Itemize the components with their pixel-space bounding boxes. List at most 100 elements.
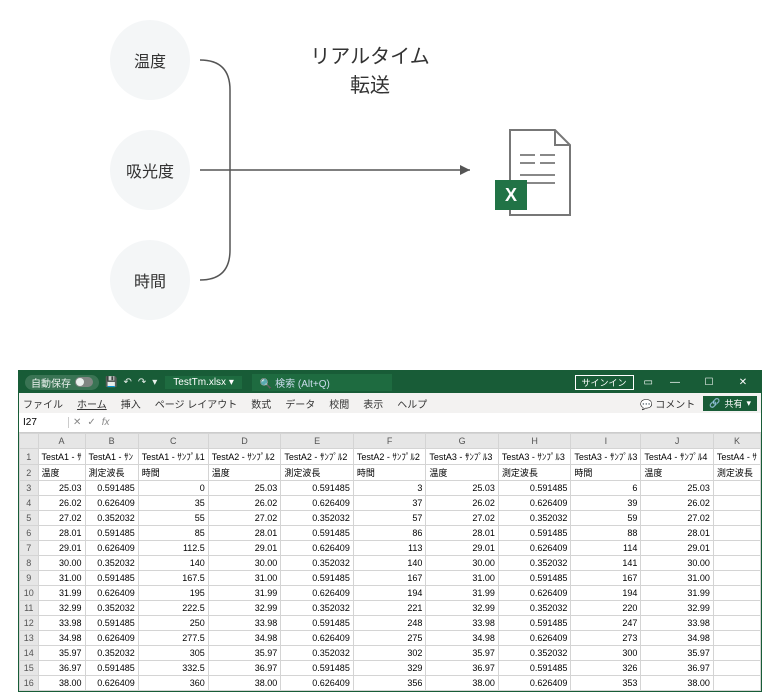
cell[interactable]: 0.626409 (498, 676, 571, 691)
cell[interactable]: 32.99 (426, 601, 499, 616)
row-header[interactable]: 1 (20, 449, 39, 465)
cell[interactable]: 0.626409 (281, 541, 354, 556)
cell[interactable]: 86 (353, 526, 426, 541)
cell[interactable]: 275 (353, 631, 426, 646)
cell[interactable]: 113 (353, 541, 426, 556)
cell[interactable]: 0.626409 (498, 631, 571, 646)
cell[interactable]: 0.591485 (498, 526, 571, 541)
cell[interactable]: 26.02 (38, 496, 85, 511)
cell[interactable]: TestA3 - ｻﾝﾌﾟﾙ3 (426, 449, 499, 465)
enter-icon[interactable]: ✓ (87, 417, 95, 428)
tab-layout[interactable]: ページ レイアウト (155, 396, 238, 411)
cell[interactable]: 31.99 (426, 586, 499, 601)
save-icon[interactable]: 💾 (105, 377, 117, 388)
spreadsheet-grid[interactable]: ABCDEFGHIJK1TestA1 - ｻTestA1 - ｻﾝTestA1 … (19, 433, 761, 691)
cell[interactable]: TestA3 - ｻﾝﾌﾟﾙ3 (498, 449, 571, 465)
col-header[interactable]: J (641, 434, 714, 449)
cell[interactable]: 140 (138, 556, 208, 571)
cell[interactable]: 36.97 (426, 661, 499, 676)
cell[interactable]: 31.00 (38, 571, 85, 586)
tab-insert[interactable]: 挿入 (121, 396, 141, 411)
cell[interactable]: 0.352032 (281, 646, 354, 661)
cell[interactable]: 28.01 (426, 526, 499, 541)
cell[interactable]: 時間 (353, 465, 426, 481)
row-header[interactable]: 5 (20, 511, 39, 526)
cell[interactable]: 26.02 (641, 496, 714, 511)
cell[interactable]: 0.591485 (281, 526, 354, 541)
cell[interactable]: 167 (353, 571, 426, 586)
cell[interactable]: 測定波長 (85, 465, 138, 481)
cell[interactable]: 247 (571, 616, 641, 631)
cell[interactable] (713, 481, 760, 496)
cell[interactable]: 0.591485 (85, 571, 138, 586)
cell[interactable]: 0.626409 (281, 631, 354, 646)
row-header[interactable]: 9 (20, 571, 39, 586)
cell[interactable]: 222.5 (138, 601, 208, 616)
cell[interactable]: 0.626409 (498, 496, 571, 511)
share-button[interactable]: 🔗 共有 ▾ (703, 396, 757, 411)
cell[interactable]: 38.00 (641, 676, 714, 691)
cell[interactable]: 277.5 (138, 631, 208, 646)
cell[interactable]: 302 (353, 646, 426, 661)
cell[interactable]: 0.626409 (281, 676, 354, 691)
cell[interactable]: 測定波長 (713, 465, 760, 481)
cell[interactable]: 25.03 (426, 481, 499, 496)
cell[interactable]: 3 (353, 481, 426, 496)
cell[interactable]: 221 (353, 601, 426, 616)
cell[interactable] (713, 616, 760, 631)
qat-overflow-icon[interactable]: ▾ (152, 377, 157, 388)
cell[interactable]: 194 (571, 586, 641, 601)
redo-icon[interactable]: ↷ (138, 377, 146, 388)
row-header[interactable]: 14 (20, 646, 39, 661)
cell[interactable]: 0.591485 (498, 616, 571, 631)
cell[interactable]: 0.591485 (498, 571, 571, 586)
cell[interactable]: TestA2 - ｻﾝﾌﾟﾙ2 (353, 449, 426, 465)
cell[interactable]: 31.99 (38, 586, 85, 601)
cell[interactable] (713, 571, 760, 586)
cell[interactable]: 25.03 (208, 481, 281, 496)
cell[interactable]: 27.02 (38, 511, 85, 526)
cell[interactable]: TestA2 - ｻﾝﾌﾟﾙ2 (208, 449, 281, 465)
cell[interactable]: 0.591485 (498, 481, 571, 496)
cell[interactable]: 0.626409 (281, 496, 354, 511)
row-header[interactable]: 15 (20, 661, 39, 676)
cell[interactable]: 300 (571, 646, 641, 661)
cell[interactable]: 35.97 (38, 646, 85, 661)
cell[interactable]: 温度 (641, 465, 714, 481)
cell[interactable]: 36.97 (38, 661, 85, 676)
row-header[interactable]: 12 (20, 616, 39, 631)
cell[interactable]: 0.352032 (85, 601, 138, 616)
select-all-cell[interactable] (20, 434, 39, 449)
row-header[interactable]: 7 (20, 541, 39, 556)
cell[interactable]: 28.01 (208, 526, 281, 541)
cell[interactable]: 34.98 (641, 631, 714, 646)
cell[interactable]: 0.591485 (281, 661, 354, 676)
cell[interactable]: 329 (353, 661, 426, 676)
row-header[interactable]: 6 (20, 526, 39, 541)
cell[interactable]: TestA1 - ｻ (38, 449, 85, 465)
col-header[interactable]: I (571, 434, 641, 449)
cell[interactable]: 28.01 (641, 526, 714, 541)
col-header[interactable]: E (281, 434, 354, 449)
col-header[interactable]: A (38, 434, 85, 449)
cell[interactable]: 112.5 (138, 541, 208, 556)
cell[interactable]: 0.591485 (498, 661, 571, 676)
comment-button[interactable]: 💬 コメント (640, 396, 695, 411)
cell[interactable]: 27.02 (208, 511, 281, 526)
cell[interactable]: 32.99 (208, 601, 281, 616)
cell[interactable]: 時間 (571, 465, 641, 481)
cell[interactable]: 31.00 (208, 571, 281, 586)
cell[interactable]: 0.626409 (85, 586, 138, 601)
cell[interactable]: 29.01 (38, 541, 85, 556)
cell[interactable]: 0.626409 (85, 631, 138, 646)
cell[interactable]: 0 (138, 481, 208, 496)
cell[interactable] (713, 631, 760, 646)
cell[interactable]: 250 (138, 616, 208, 631)
cell[interactable] (713, 496, 760, 511)
cell[interactable]: 35.97 (641, 646, 714, 661)
cell[interactable]: 0.591485 (85, 526, 138, 541)
cell[interactable]: 0.352032 (281, 556, 354, 571)
cell[interactable]: 85 (138, 526, 208, 541)
cell[interactable]: 30.00 (641, 556, 714, 571)
cell[interactable]: 27.02 (426, 511, 499, 526)
